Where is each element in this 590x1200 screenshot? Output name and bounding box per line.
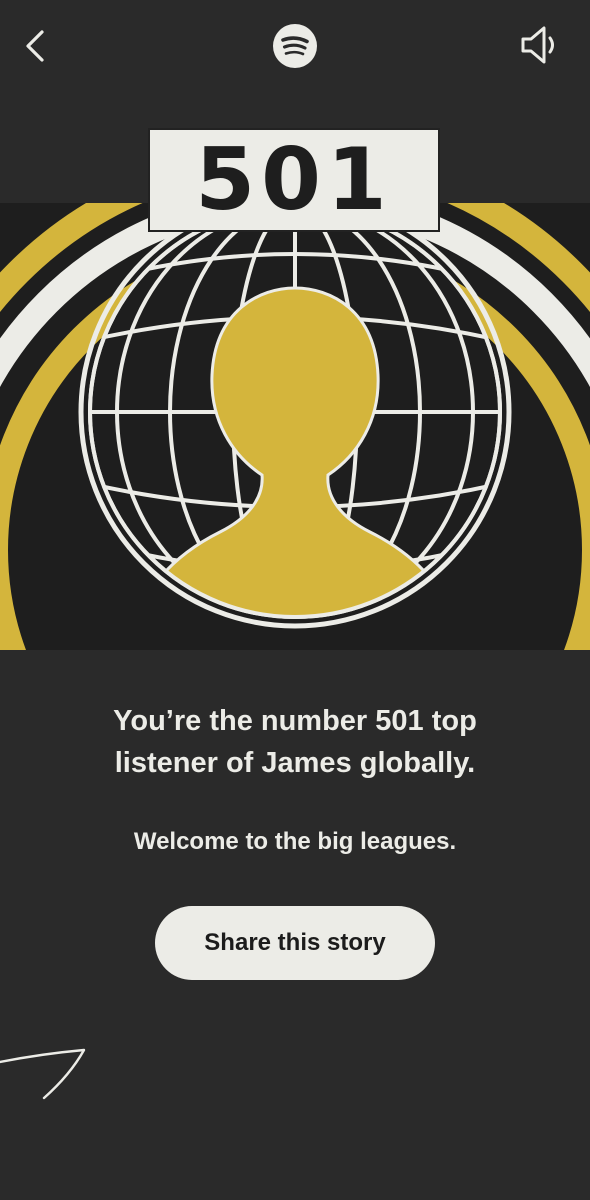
scribble-decoration [0, 1048, 86, 1100]
top-bar [0, 0, 590, 92]
share-story-button[interactable]: Share this story [155, 906, 435, 980]
chevron-left-icon [26, 30, 44, 62]
speaker-mute-icon [521, 26, 554, 64]
subline: Welcome to the big leagues. [133, 828, 457, 855]
rank-badge: 501 [148, 128, 440, 232]
back-button[interactable] [14, 24, 58, 68]
headline-line-2: listener of James globally. [114, 747, 476, 779]
headline-line-1: You’re the number 501 top [113, 705, 477, 737]
spotify-logo-icon [272, 23, 318, 69]
headline: You’re the number 501 top listener of Ja… [20, 700, 570, 784]
sound-toggle-button[interactable] [514, 22, 564, 68]
